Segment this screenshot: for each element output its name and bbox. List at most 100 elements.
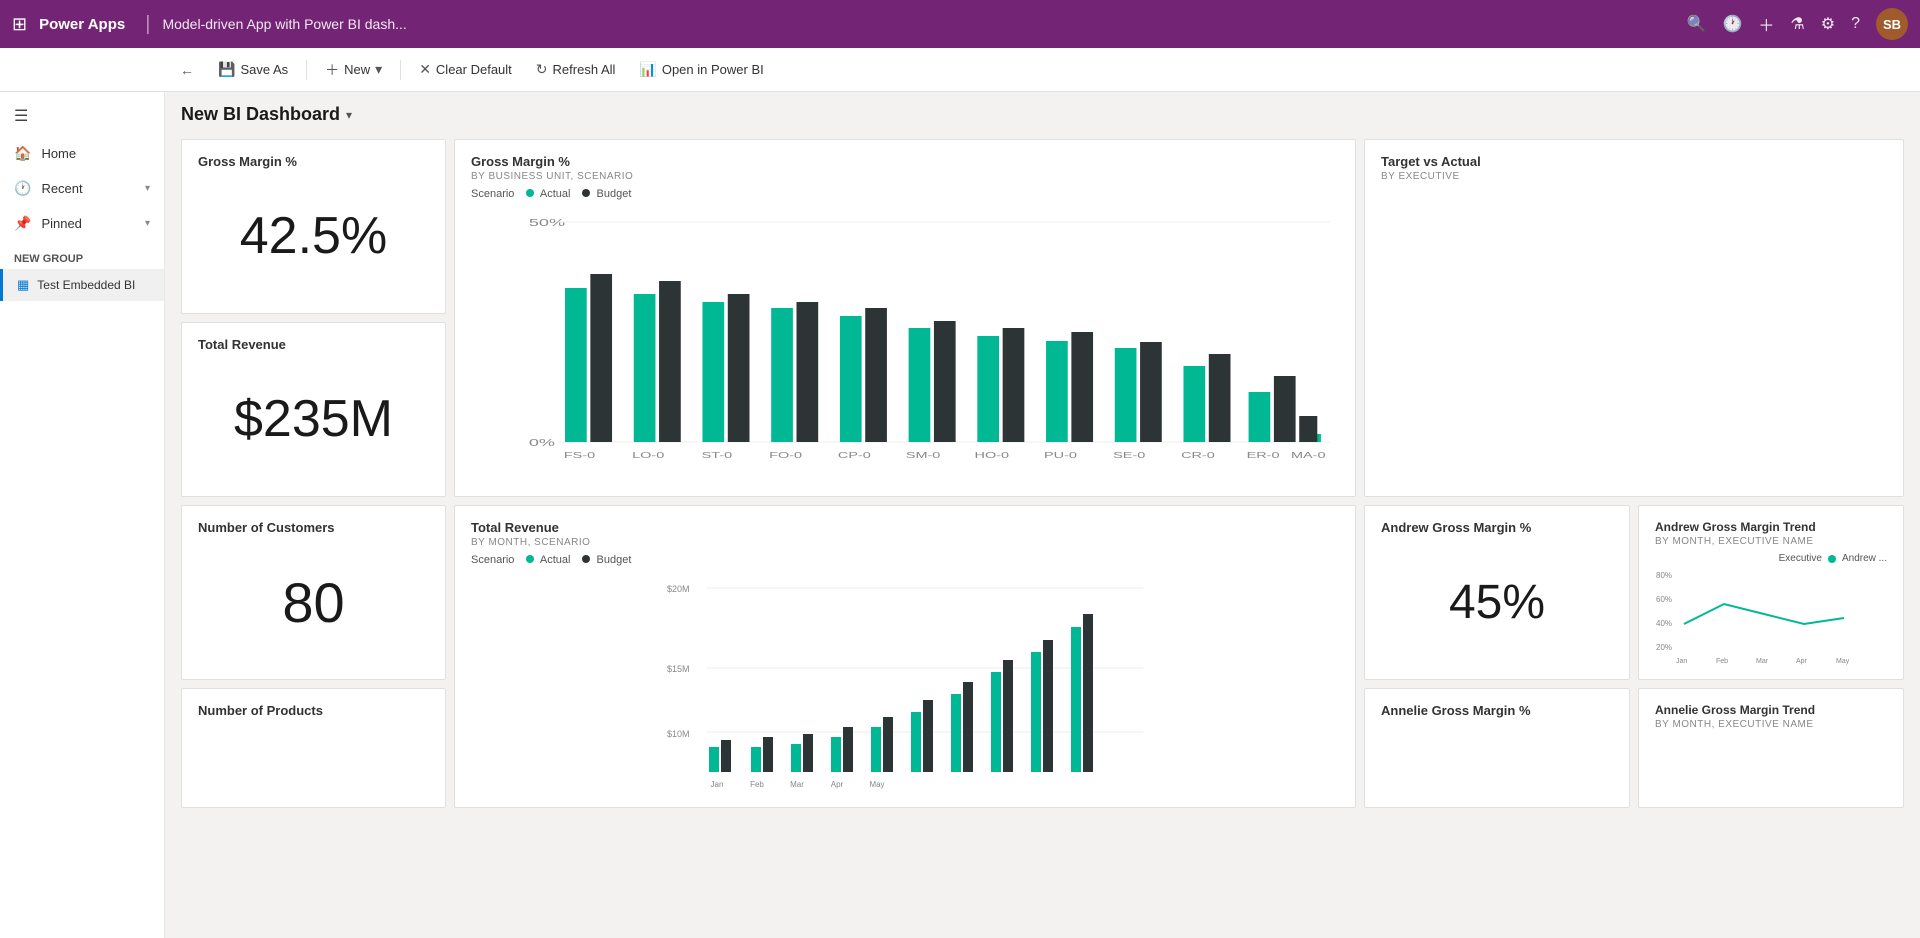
- back-icon: ←: [180, 62, 194, 78]
- bar-group-sm: SM-0: [906, 321, 956, 460]
- bar-group-er: ER-0: [1247, 376, 1296, 460]
- actual-legend2: Actual: [526, 554, 570, 566]
- right-row1: Andrew Gross Margin % 45% Andrew Gross M…: [1364, 505, 1904, 680]
- svg-text:Feb: Feb: [750, 780, 764, 789]
- svg-text:$10M: $10M: [667, 729, 690, 739]
- chevron-down-icon: ▾: [375, 61, 382, 78]
- dashboard-row-2: Number of Customers 80 Number of Product…: [181, 505, 1904, 808]
- dashboard-row-1: Gross Margin % 42.5% Total Revenue $235M…: [181, 139, 1904, 497]
- num-products-card: Number of Products: [181, 688, 446, 808]
- dashboard-icon: ▦: [17, 277, 29, 293]
- separator1: [306, 60, 307, 80]
- gross-margin-kpi-card: Gross Margin % 42.5%: [181, 139, 446, 314]
- bar-feb: Feb: [750, 737, 773, 789]
- svg-text:FS-0: FS-0: [564, 451, 596, 460]
- gross-margin-chart-card: Gross Margin % BY BUSINESS UNIT, SCENARI…: [454, 139, 1356, 497]
- plus-icon: ＋: [325, 60, 339, 80]
- separator2: [400, 60, 401, 80]
- clear-default-button[interactable]: ✕ Clear Default: [409, 56, 522, 83]
- recent-icon[interactable]: 🕐: [1722, 14, 1742, 34]
- save-as-button[interactable]: 💾 Save As: [208, 56, 298, 83]
- help-icon[interactable]: ?: [1851, 15, 1860, 33]
- total-revenue-kpi-card: Total Revenue $235M: [181, 322, 446, 497]
- chevron-down-icon: ▾: [145, 183, 150, 194]
- svg-text:PU-0: PU-0: [1044, 451, 1078, 460]
- budget-dot2: [582, 555, 590, 563]
- search-icon[interactable]: 🔍: [1687, 14, 1707, 34]
- andrew-trend-chart: 80% 60% 40% 20% Jan Feb Mar Apr May: [1655, 566, 1887, 666]
- col-left: Gross Margin % 42.5% Total Revenue $235M: [181, 139, 446, 497]
- bar-jun: [911, 700, 933, 772]
- user-avatar[interactable]: SB: [1876, 8, 1908, 40]
- chevron-down-icon: ▾: [145, 218, 150, 229]
- back-button[interactable]: ←: [170, 57, 204, 83]
- bar-group-fs: FS-0: [564, 274, 612, 460]
- powerbi-icon: 📊: [639, 61, 656, 78]
- content-area: New BI Dashboard ▾ Gross Margin % 42.5% …: [165, 92, 1920, 938]
- svg-text:50%: 50%: [529, 218, 565, 229]
- add-icon[interactable]: ＋: [1758, 12, 1774, 36]
- andrew-legend-item: Andrew ...: [1828, 553, 1887, 564]
- annelie-gross-margin-card: Annelie Gross Margin %: [1364, 688, 1630, 808]
- sidebar: ☰ 🏠 Home 🕐 Recent ▾ 📌 Pinned ▾ New Group…: [0, 92, 165, 938]
- dashboard: Gross Margin % 42.5% Total Revenue $235M…: [181, 139, 1904, 808]
- svg-text:May: May: [869, 780, 884, 789]
- new-button[interactable]: ＋ New ▾: [315, 55, 392, 85]
- pin-icon: 📌: [14, 215, 31, 232]
- actual-dot2: [526, 555, 534, 563]
- svg-text:60%: 60%: [1656, 595, 1672, 604]
- svg-text:Jan: Jan: [711, 780, 724, 789]
- chevron-down-icon[interactable]: ▾: [346, 108, 352, 122]
- toolbar: ← 💾 Save As ＋ New ▾ ✕ Clear Default ↻ Re…: [0, 48, 1920, 92]
- bar-group-lo: LO-0: [632, 281, 681, 460]
- hamburger-icon[interactable]: ☰: [0, 96, 164, 136]
- sidebar-nav-test-embedded[interactable]: ▦ Test Embedded BI: [0, 269, 164, 301]
- settings-icon[interactable]: ⚙: [1821, 14, 1835, 34]
- svg-text:80%: 80%: [1656, 571, 1672, 580]
- gross-margin-legend: Scenario Actual Budget: [471, 188, 1339, 200]
- bar-group-st: ST-0: [702, 294, 750, 460]
- svg-text:Feb: Feb: [1716, 658, 1728, 665]
- svg-text:Apr: Apr: [831, 780, 844, 789]
- svg-text:40%: 40%: [1656, 619, 1672, 628]
- svg-text:FO-0: FO-0: [769, 451, 803, 460]
- bar-group-ho: HO-0: [975, 328, 1025, 460]
- grid-icon[interactable]: ⊞: [12, 14, 27, 35]
- right-row2: Annelie Gross Margin % Annelie Gross Mar…: [1364, 688, 1904, 808]
- save-icon: 💾: [218, 61, 235, 78]
- recent-icon: 🕐: [14, 180, 31, 197]
- bar-mar: Mar: [790, 734, 813, 789]
- bar-group-pu: PU-0: [1044, 332, 1093, 460]
- total-revenue-chart-card: Total Revenue BY MONTH, SCENARIO Scenari…: [454, 505, 1356, 808]
- svg-text:CR-0: CR-0: [1181, 451, 1215, 460]
- andrew-trend-legend: Executive Andrew ...: [1655, 553, 1887, 564]
- open-power-bi-button[interactable]: 📊 Open in Power BI: [629, 56, 773, 83]
- svg-text:ST-0: ST-0: [702, 451, 733, 460]
- bar-aug: [991, 660, 1013, 772]
- budget-legend-item: Budget: [582, 188, 631, 200]
- num-customers-card: Number of Customers 80: [181, 505, 446, 680]
- budget-dot: [582, 189, 590, 197]
- scenario-label2: Scenario: [471, 554, 514, 566]
- bar-group-cp: CP-0: [838, 308, 887, 460]
- target-actual-card: Target vs Actual BY EXECUTIVE: [1364, 139, 1904, 497]
- bar-group-ma: MA-0: [1291, 416, 1326, 460]
- sidebar-item-recent[interactable]: 🕐 Recent ▾: [0, 171, 164, 206]
- bar-jan: Jan: [709, 740, 731, 789]
- main-layout: ☰ 🏠 Home 🕐 Recent ▾ 📌 Pinned ▾ New Group…: [0, 92, 1920, 938]
- bar-oct: [1071, 614, 1093, 772]
- andrew-dot: [1828, 555, 1836, 563]
- svg-text:MA-0: MA-0: [1291, 451, 1326, 460]
- sidebar-item-home[interactable]: 🏠 Home: [0, 136, 164, 171]
- svg-text:LO-0: LO-0: [632, 451, 665, 460]
- annelie-trend-card: Annelie Gross Margin Trend BY MONTH, EXE…: [1638, 688, 1904, 808]
- svg-text:20%: 20%: [1656, 643, 1672, 652]
- refresh-all-button[interactable]: ↻ Refresh All: [526, 56, 626, 83]
- sidebar-item-pinned[interactable]: 📌 Pinned ▾: [0, 206, 164, 241]
- svg-text:May: May: [1836, 658, 1850, 665]
- andrew-trend-card: Andrew Gross Margin Trend BY MONTH, EXEC…: [1638, 505, 1904, 680]
- scenario-label: Scenario: [471, 188, 514, 200]
- filter-icon[interactable]: ⚗: [1790, 14, 1804, 34]
- bar-jul: [951, 682, 973, 772]
- svg-text:$15M: $15M: [667, 664, 690, 674]
